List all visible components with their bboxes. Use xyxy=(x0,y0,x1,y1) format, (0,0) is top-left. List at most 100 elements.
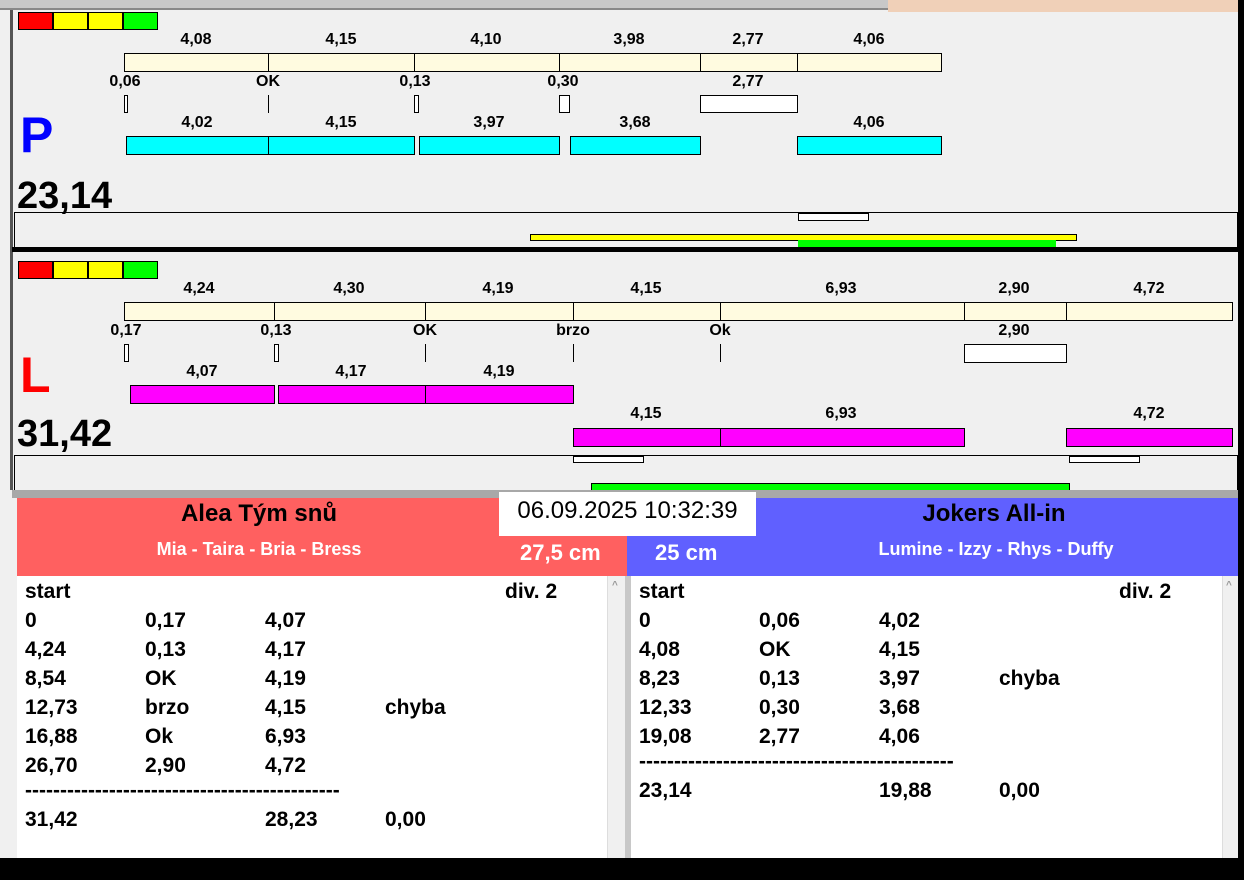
progress-green-bar xyxy=(798,240,1056,247)
list-cell: 8,54 xyxy=(25,667,66,690)
bottom-border xyxy=(0,858,1244,880)
team-left-players: Mia - Taira - Bria - Bress xyxy=(156,539,362,559)
list-header-start: start xyxy=(25,580,71,603)
status-yellow xyxy=(88,261,123,279)
scroll-up-icon[interactable]: ^ xyxy=(612,580,618,591)
list-division: div. 2 xyxy=(1119,580,1172,603)
list-cell: 3,68 xyxy=(879,696,920,719)
split-label: 4,06 xyxy=(853,114,885,131)
list-cell: 16,88 xyxy=(25,725,78,748)
right-border xyxy=(1238,0,1244,880)
reaction-label: 0,30 xyxy=(547,73,579,90)
split-label: 4,72 xyxy=(1133,405,1165,422)
time-segment xyxy=(720,302,965,321)
reaction-label: 0,17 xyxy=(110,322,142,339)
team-right-results-list[interactable] xyxy=(631,576,1222,858)
split-bar xyxy=(1066,428,1233,447)
list-cell: 4,02 xyxy=(879,609,920,632)
scroll-up-icon[interactable]: ^ xyxy=(1226,580,1232,591)
time-segment xyxy=(268,53,415,72)
split-label: 3,68 xyxy=(619,114,651,131)
time-segment xyxy=(797,53,942,72)
list-division: div. 2 xyxy=(505,580,558,603)
lane-divider xyxy=(12,247,1238,252)
progress-marker xyxy=(1069,456,1140,463)
team-right-distance: 25 cm xyxy=(655,540,718,565)
progress-marker xyxy=(798,213,869,221)
split-bar xyxy=(573,428,721,447)
list-cell: 4,24 xyxy=(25,638,66,661)
time-label: 4,06 xyxy=(853,31,885,48)
time-label: 4,08 xyxy=(180,31,212,48)
time-label: 4,72 xyxy=(1133,280,1165,297)
list-cell: 6,93 xyxy=(265,725,306,748)
status-red xyxy=(18,261,53,279)
list-cell: 12,73 xyxy=(25,696,78,719)
reaction-label: Ok xyxy=(709,322,731,339)
list-header-start: start xyxy=(639,580,685,603)
status-green xyxy=(123,261,158,279)
lane-letter: L xyxy=(20,347,51,403)
lane-letter: P xyxy=(20,107,54,163)
reaction-label: 0,13 xyxy=(260,322,292,339)
reaction-marker xyxy=(124,344,129,362)
list-cell: 26,70 xyxy=(25,754,78,777)
team-right-players: Lumine - Izzy - Rhys - Duffy xyxy=(878,539,1114,559)
reaction-label: 0,13 xyxy=(399,73,431,90)
time-segment xyxy=(964,302,1067,321)
list-cell: 0,13 xyxy=(145,638,186,661)
top-tab-strip xyxy=(0,0,888,10)
list-cell: 4,17 xyxy=(265,638,306,661)
list-separator: ----------------------------------------… xyxy=(25,779,340,802)
reaction-label: OK xyxy=(256,73,280,90)
list-cell: 2,77 xyxy=(759,725,800,748)
list-cell: 4,06 xyxy=(879,725,920,748)
list-cell: 0,30 xyxy=(759,696,800,719)
list-cell: 0 xyxy=(25,609,37,632)
list-cell: 2,90 xyxy=(145,754,186,777)
split-bar xyxy=(278,385,426,404)
time-label: 4,30 xyxy=(333,280,365,297)
list-cell: chyba xyxy=(999,667,1060,690)
reaction-marker xyxy=(268,95,269,113)
team-left-scrollbar[interactable]: ^ xyxy=(607,576,625,858)
list-cell: OK xyxy=(759,638,791,661)
time-label: 4,15 xyxy=(630,280,662,297)
list-cell: brzo xyxy=(145,696,190,719)
list-cell: 4,08 xyxy=(639,638,680,661)
team-right-name: Jokers All-in xyxy=(922,500,1066,527)
status-green xyxy=(123,12,158,30)
datetime: 06.09.2025 10:32:39 xyxy=(499,492,756,536)
time-label: 6,93 xyxy=(825,280,857,297)
time-segment xyxy=(414,53,560,72)
split-label: 6,93 xyxy=(825,405,857,422)
time-segment xyxy=(274,302,426,321)
reaction-marker xyxy=(559,95,570,113)
list-cell: 8,23 xyxy=(639,667,680,690)
split-bar xyxy=(797,136,942,155)
team-left-name: Alea Tým snů xyxy=(180,500,338,527)
status-yellow xyxy=(53,12,88,30)
time-segment xyxy=(124,302,275,321)
top-right-area xyxy=(888,0,1238,12)
time-segment xyxy=(573,302,721,321)
reaction-label: 2,77 xyxy=(732,73,764,90)
time-label: 4,10 xyxy=(470,31,502,48)
reaction-marker xyxy=(573,344,574,362)
reaction-marker xyxy=(700,95,798,113)
list-total-cell: 19,88 xyxy=(879,779,932,802)
list-cell: 12,33 xyxy=(639,696,692,719)
team-left-distance: 27,5 cm xyxy=(520,540,601,565)
time-label: 4,24 xyxy=(183,280,215,297)
reaction-marker xyxy=(124,95,128,113)
list-cell: 0,06 xyxy=(759,609,800,632)
list-cell: chyba xyxy=(385,696,446,719)
time-label: 3,98 xyxy=(613,31,645,48)
split-label: 4,17 xyxy=(335,363,367,380)
reaction-label: OK xyxy=(413,322,437,339)
team-right-scrollbar[interactable]: ^ xyxy=(1222,576,1238,858)
list-total-cell: 0,00 xyxy=(385,808,426,831)
list-separator: ----------------------------------------… xyxy=(639,750,954,773)
split-label: 3,97 xyxy=(473,114,505,131)
reaction-marker xyxy=(964,344,1067,363)
